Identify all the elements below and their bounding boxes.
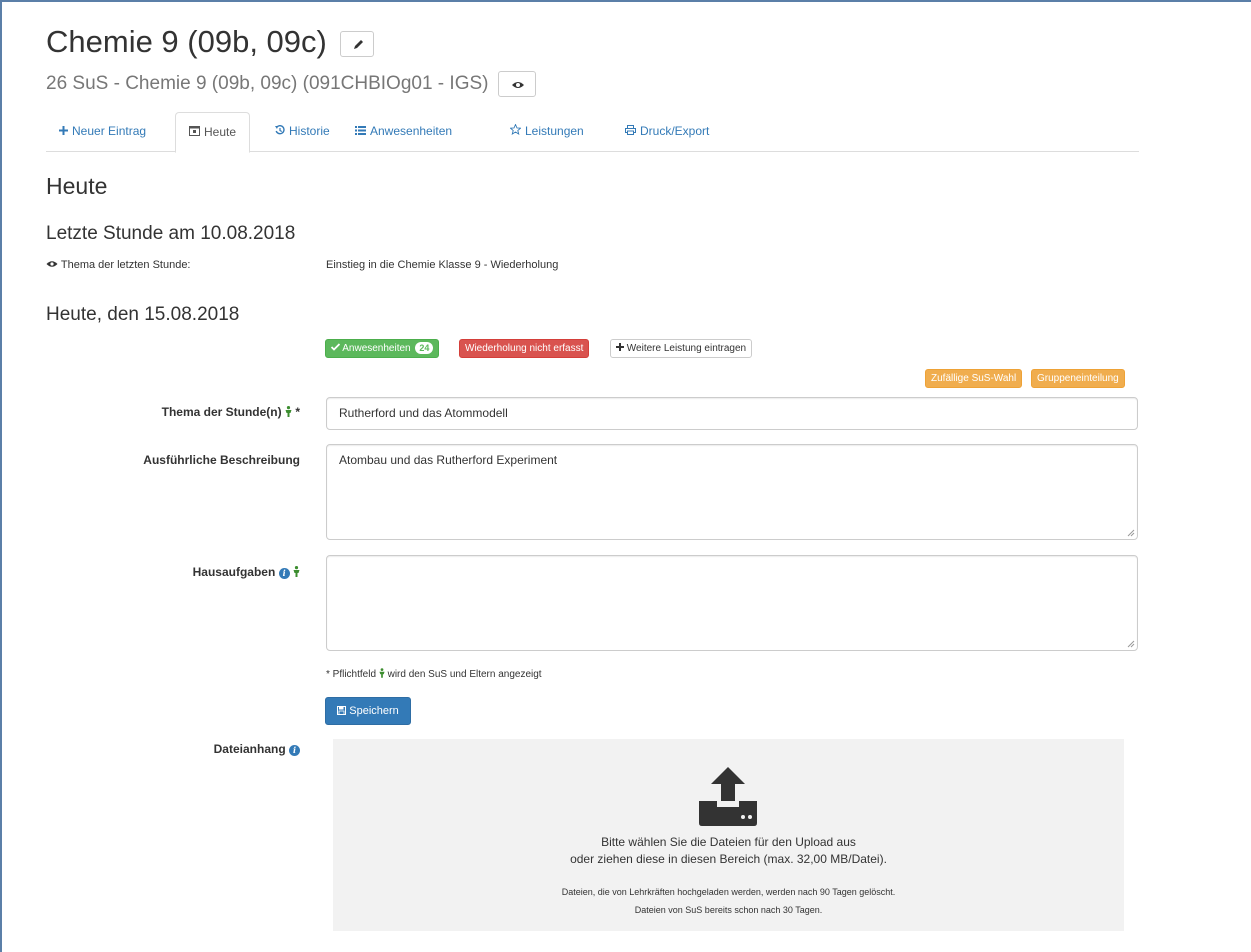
last-lesson-heading: Letzte Stunde am 10.08.2018 (46, 223, 296, 244)
file-dropzone[interactable]: Bitte wählen Sie die Dateien für den Upl… (333, 739, 1124, 931)
course-subtitle: 26 SuS - Chemie 9 (09b, 09c) (091CHBIOg0… (46, 71, 536, 97)
page-title: Chemie 9 (09b, 09c) (46, 24, 374, 60)
add-performance-button[interactable]: Weitere Leistung eintragen (610, 339, 753, 358)
save-button[interactable]: Speichern (325, 697, 411, 725)
print-icon (625, 112, 636, 150)
tab-history[interactable]: Historie (262, 112, 343, 152)
dropzone-note-1: Dateien, die von Lehrkräften hochgeladen… (561, 887, 896, 897)
plus-icon (59, 112, 68, 150)
homework-textarea[interactable] (326, 555, 1138, 651)
tab-today-label: Heute (204, 125, 237, 139)
group-assignment-button[interactable]: Gruppeneinteilung (1031, 369, 1125, 388)
attachment-label-text: Dateianhang (213, 742, 286, 756)
legend-required: * Pflichtfeld (326, 669, 377, 680)
attachment-field-label: Dateianhang i (100, 742, 300, 756)
homework-label-text: Hausaufgaben (192, 565, 276, 579)
form-legend: * Pflichtfeld wird den SuS und Eltern an… (326, 668, 542, 681)
person-icon (293, 566, 300, 580)
description-field-label: Ausführliche Beschreibung (100, 453, 300, 467)
tab-attendance[interactable]: Anwesenheiten (342, 112, 465, 152)
last-topic-label-row: Thema der letzten Stunde: (46, 259, 191, 271)
legend-visible: wird den SuS und Eltern angezeigt (387, 669, 542, 680)
tab-performance-label: Leistungen (525, 124, 584, 138)
resize-handle-icon[interactable] (1127, 640, 1135, 648)
required-marker: * (295, 405, 300, 419)
topic-input-value: Rutherford und das Atommodell (339, 406, 508, 420)
section-heading: Heute (46, 173, 108, 199)
list-icon (355, 112, 366, 150)
repetition-button-label: Wiederholung nicht erfasst (465, 343, 584, 354)
info-icon[interactable]: i (289, 745, 300, 756)
random-student-button-label: Zufällige SuS-Wahl (931, 373, 1017, 384)
topic-label-text: Thema der Stunde(n) (161, 405, 282, 419)
tab-attendance-label: Anwesenheiten (370, 124, 453, 138)
description-textarea-value: Atombau und das Rutherford Experiment (339, 453, 558, 467)
random-student-button[interactable]: Zufällige SuS-Wahl (925, 369, 1023, 388)
dropzone-line-2: oder ziehen diese in diesen Bereich (max… (570, 852, 887, 866)
info-icon[interactable]: i (278, 568, 290, 579)
save-button-label: Speichern (349, 705, 399, 717)
repetition-button[interactable]: Wiederholung nicht erfasst (459, 339, 590, 358)
calendar-icon (189, 113, 200, 151)
resize-handle-icon[interactable] (1127, 529, 1135, 537)
attendance-button[interactable]: Anwesenheiten 24 (325, 339, 440, 358)
person-icon (285, 406, 292, 420)
floppy-disk-icon (337, 705, 347, 717)
tab-new-entry[interactable]: Neuer Eintrag (46, 112, 159, 152)
tab-print-export[interactable]: Druck/Export (612, 112, 722, 152)
page-title-text: Chemie 9 (09b, 09c) (46, 24, 327, 59)
person-icon (379, 668, 385, 681)
pencil-icon (353, 39, 363, 49)
today-heading: Heute, den 15.08.2018 (46, 304, 240, 325)
course-subtitle-text: 26 SuS - Chemie 9 (09b, 09c) (091CHBIOg0… (46, 73, 489, 95)
tab-history-label: Historie (289, 124, 330, 138)
group-assignment-button-label: Gruppeneinteilung (1037, 373, 1119, 384)
topic-field-label: Thema der Stunde(n) * (100, 405, 300, 420)
topic-input[interactable]: Rutherford und das Atommodell (326, 397, 1138, 430)
eye-icon (511, 82, 524, 88)
check-icon (330, 343, 341, 354)
attendance-button-label: Anwesenheiten (342, 343, 411, 354)
tab-new-entry-label: Neuer Eintrag (72, 124, 147, 138)
tab-print-export-label: Druck/Export (640, 124, 710, 138)
history-icon (275, 112, 285, 150)
homework-field-label: Hausaufgaben i (100, 565, 300, 580)
view-course-button[interactable] (497, 71, 536, 97)
tab-bar: Neuer Eintrag Heute Historie Anwesenheit… (46, 112, 1139, 153)
attendance-count-badge: 24 (415, 342, 434, 354)
last-topic-value: Einstieg in die Chemie Klasse 9 - Wieder… (326, 259, 559, 271)
add-performance-button-label: Weitere Leistung eintragen (626, 343, 747, 354)
star-icon (509, 112, 522, 150)
upload-icon (699, 767, 757, 826)
dropzone-note-2: Dateien von SuS bereits schon nach 30 Ta… (634, 905, 823, 915)
description-label-text: Ausführliche Beschreibung (143, 453, 300, 467)
tab-performance[interactable]: Leistungen (497, 112, 597, 152)
edit-title-button[interactable] (339, 30, 374, 57)
dropzone-line-1: Bitte wählen Sie die Dateien für den Upl… (601, 835, 856, 849)
eye-icon (46, 259, 58, 271)
description-textarea[interactable]: Atombau und das Rutherford Experiment (326, 444, 1138, 540)
last-topic-label: Thema der letzten Stunde: (60, 259, 191, 271)
plus-icon (616, 343, 624, 354)
tab-today[interactable]: Heute (175, 112, 251, 153)
